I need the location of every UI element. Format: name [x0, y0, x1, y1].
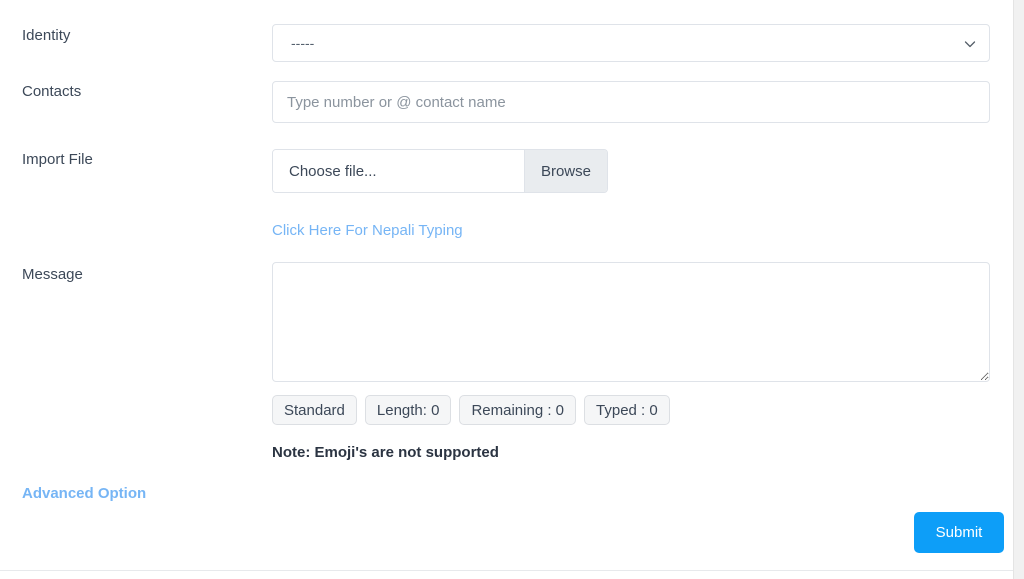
file-name-display[interactable]: Choose file... — [273, 150, 524, 192]
identity-label: Identity — [22, 27, 71, 44]
counters-control: Standard Length: 0 Remaining : 0 Typed :… — [272, 395, 990, 425]
message-control — [272, 262, 990, 382]
nepali-typing-link[interactable]: Click Here For Nepali Typing — [272, 222, 463, 239]
form-page: Identity ----- Contacts Impo — [0, 0, 1013, 579]
file-input-group: Choose file... Browse — [272, 149, 608, 193]
import-file-label: Import File — [22, 151, 93, 168]
note-control: Note: Emoji's are not supported — [272, 444, 990, 461]
emoji-note: Note: Emoji's are not supported — [272, 444, 499, 461]
badge-typed: Typed : 0 — [584, 395, 670, 425]
browse-button[interactable]: Browse — [523, 150, 607, 192]
identity-select[interactable]: ----- — [272, 24, 990, 62]
badge-length: Length: 0 — [364, 395, 452, 425]
message-label: Message — [22, 266, 83, 283]
message-textarea[interactable] — [272, 262, 990, 382]
contacts-control — [272, 81, 990, 123]
contacts-label: Contacts — [22, 83, 82, 100]
submit-button[interactable]: Submit — [914, 512, 1004, 553]
advanced-option-link[interactable]: Advanced Option — [22, 485, 146, 502]
identity-select-wrap: ----- — [272, 24, 990, 62]
page-scrollbar[interactable] — [1013, 0, 1024, 579]
identity-control: ----- — [272, 24, 990, 62]
contacts-input[interactable] — [272, 81, 990, 123]
badge-standard[interactable]: Standard — [272, 395, 357, 425]
nepali-typing-control: Click Here For Nepali Typing — [272, 222, 990, 239]
badge-remaining: Remaining : 0 — [459, 395, 577, 425]
message-compose-form: Identity ----- Contacts Impo — [0, 0, 1013, 571]
counter-badges: Standard Length: 0 Remaining : 0 Typed :… — [272, 395, 990, 425]
import-file-control: Choose file... Browse — [272, 149, 990, 193]
